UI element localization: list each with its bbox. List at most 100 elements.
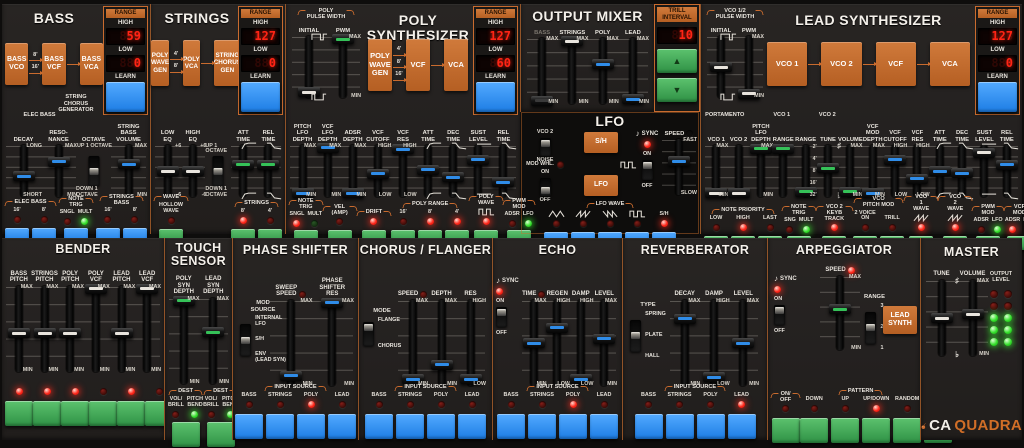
random-button[interactable] [893, 418, 921, 443]
reso-nance-slider-handle[interactable] [48, 157, 70, 167]
strings-pitch-slider-handle[interactable] [34, 328, 56, 338]
pwm-slider[interactable]: PWMMAXMIN [326, 22, 360, 98]
pitch-lfo-depth-slider[interactable]: PITCH LFO DEPTHMAXMIN [750, 121, 772, 197]
vcf-res-slider-handle[interactable] [906, 174, 928, 184]
spring-option[interactable]: SPRING [645, 312, 666, 318]
up-button[interactable] [831, 418, 859, 443]
dec-time-slider[interactable]: DEC TIME [951, 121, 973, 197]
decay-slider[interactable]: DECAYLONGSHORT [6, 121, 41, 197]
poly-pitch-slider-handle[interactable] [59, 328, 81, 338]
lead-input-button[interactable] [728, 414, 756, 439]
phase-shifter-res-slider-handle[interactable] [321, 298, 343, 308]
vcf-cutoff-slider-handle[interactable] [884, 155, 906, 165]
rel-time-slider[interactable]: REL TIME [996, 121, 1018, 197]
sust-level-slider-handle[interactable] [467, 155, 489, 165]
regen-slider-handle[interactable] [546, 323, 568, 333]
vcf-res-slider[interactable]: VCF RESHIGHLOW [906, 121, 928, 197]
initial-slider[interactable]: INITIAL [707, 22, 735, 98]
tune-slider[interactable]: TUNE♯♭ [817, 121, 839, 197]
level-slider-handle[interactable] [593, 334, 615, 344]
panel-button[interactable] [5, 401, 33, 426]
hall-option[interactable]: HALL [645, 354, 666, 360]
bass-pitch-slider[interactable]: BASS PITCHMAXMIN [6, 264, 32, 372]
vcf-cutoff-slider[interactable]: VCF CUTOFFHIGHLOW [365, 121, 390, 197]
slider-switch[interactable]: UP 1 OCTAVEDOWN 1 OCTAVE [205, 121, 230, 197]
learn-button[interactable] [476, 82, 515, 112]
sync-switch[interactable] [496, 307, 507, 327]
rel-time-slider-handle[interactable] [996, 160, 1018, 170]
strings-pitch-slider[interactable]: STRINGS PITCHMAXMIN [32, 264, 58, 372]
1-option[interactable]: 1 [880, 346, 883, 352]
speed-slider[interactable]: SPEEDMAXMIN [820, 262, 860, 350]
initial-slider-handle[interactable] [710, 62, 732, 72]
vcf-cutoff-slider[interactable]: VCF CUTOFFHIGHLOW [884, 121, 906, 197]
range-slider-handle[interactable] [772, 144, 794, 154]
internal-lfo-option[interactable]: INTERNAL LFO [255, 316, 286, 328]
sust-level-slider[interactable]: SUST LEVEL [466, 121, 491, 197]
time-slider[interactable]: TIMEMAXMIN [522, 278, 546, 386]
damp-slider[interactable]: DAMPHIGHLOW [699, 278, 728, 386]
low-eq-slider-handle[interactable] [157, 166, 179, 176]
vcf-lfo-depth-slider[interactable]: VCF LFO DEPTHMAXMIN [315, 121, 340, 197]
lead-pitch-slider-handle[interactable] [111, 328, 133, 338]
range-slider[interactable]: RANGE2'4'8'16'32' [794, 121, 816, 197]
dec-time-slider-handle[interactable] [951, 168, 973, 178]
flange-option[interactable]: FLANGE [378, 318, 401, 324]
poly-input-button[interactable] [697, 414, 725, 439]
tune-slider-handle[interactable] [931, 313, 953, 323]
sust-level-slider[interactable]: SUST LEVEL [973, 121, 995, 197]
dec-time-slider[interactable]: DEC TIME [441, 121, 466, 197]
bass-pitch-slider-handle[interactable] [8, 328, 30, 338]
range-switch[interactable] [865, 312, 876, 344]
bass-input-button[interactable] [235, 414, 263, 439]
att-time-slider[interactable]: ATT TIME [416, 121, 441, 197]
strings-input-button[interactable] [666, 414, 694, 439]
range-slider[interactable]: RANGE [772, 121, 794, 197]
dest-button[interactable] [172, 422, 200, 447]
poly-pitch-slider[interactable]: POLY PITCHMAXMIN [57, 264, 83, 372]
octave-switch[interactable]: OCTAVEUP 1 OCTAVEDOWN 1 OCTAVE [76, 121, 111, 197]
panel-button[interactable] [89, 401, 117, 426]
mod-whl-switch[interactable] [540, 178, 551, 196]
panel-button[interactable] [117, 401, 145, 426]
poly-syn-depth-slider[interactable]: POLY SYN DEPTHMAXMIN [169, 276, 199, 384]
res-slider[interactable]: RESHIGHLOW [456, 278, 485, 386]
rel-time-slider[interactable]: REL TIME [491, 121, 516, 197]
depth-slider-handle[interactable] [431, 360, 453, 370]
mode-switch[interactable] [363, 322, 374, 346]
lead-slider[interactable]: LEADMAXMIN [618, 26, 648, 104]
lead-input-button[interactable] [458, 414, 486, 439]
regen-slider[interactable]: REGENHIGHLOW [546, 278, 570, 386]
att-time-slider[interactable]: ATT TIME [231, 121, 256, 197]
strings-input-button[interactable] [396, 414, 424, 439]
tune-slider[interactable]: TUNE♯♭ [926, 266, 957, 356]
lead-syn-depth-slider-handle[interactable] [202, 327, 224, 337]
att-time-slider-handle[interactable] [417, 165, 439, 175]
up-down-button[interactable] [862, 418, 890, 443]
plate-option[interactable]: PLATE [645, 333, 666, 339]
lead-syn-depth-slider[interactable]: LEAD SYN DEPTHMAXMIN [199, 276, 229, 384]
adsr-depth-slider[interactable]: ADSR DEPTHMAXMIN [340, 121, 365, 197]
panel-button[interactable] [33, 401, 61, 426]
level-slider-handle[interactable] [732, 338, 754, 348]
volume-slider-handle[interactable] [962, 309, 984, 319]
sync-switch[interactable] [642, 160, 653, 180]
speed-slider-handle[interactable] [829, 304, 851, 314]
pitch-lfo-depth-slider[interactable]: PITCH LFO DEPTHMAXMIN [290, 121, 315, 197]
decay-slider-handle[interactable] [674, 314, 696, 324]
panel-button[interactable] [61, 401, 89, 426]
strings-slider[interactable]: STRINGSMAXMIN [557, 26, 587, 104]
level-slider[interactable]: LEVELMAXMIN [593, 278, 617, 386]
rel-time-slider-handle[interactable] [257, 160, 279, 170]
sync-switch[interactable] [774, 305, 785, 325]
on-off-button[interactable] [772, 418, 800, 443]
low-eq-slider[interactable]: LOW EQ+6-6 [155, 121, 180, 197]
bass-slider[interactable]: BASSMAXMIN [527, 26, 557, 104]
string-bass-volume-slider-handle[interactable] [118, 159, 140, 169]
decay-slider[interactable]: DECAYMAXMIN [670, 278, 699, 386]
high-eq-slider[interactable]: HIGH EQ+6-6 [180, 121, 205, 197]
level-slider[interactable]: LEVELMAXMIN [729, 278, 758, 386]
tune-slider-handle[interactable] [817, 163, 839, 173]
speed-slider[interactable]: SPEEDFASTSLOW [662, 127, 696, 195]
lead-input-button[interactable] [328, 414, 356, 439]
